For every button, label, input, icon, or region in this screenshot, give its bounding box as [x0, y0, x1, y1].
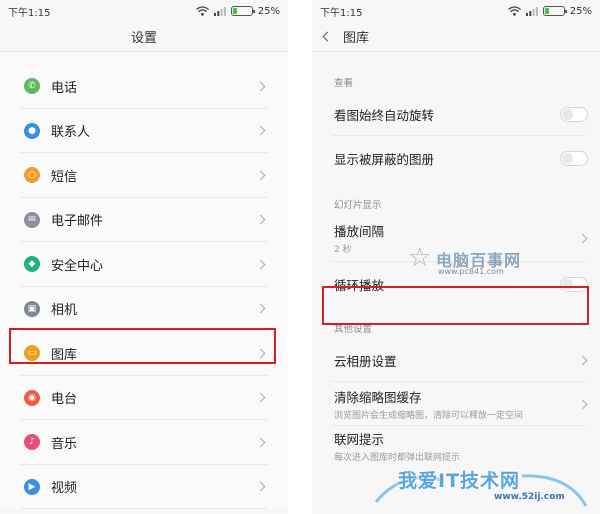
shield-icon: ◆: [24, 256, 40, 273]
page-title: 设置: [0, 22, 288, 52]
auto-rotate-toggle[interactable]: [560, 106, 588, 122]
settings-item[interactable]: ▶ 视频: [0, 465, 288, 509]
chevron-right-icon: [255, 303, 266, 314]
chevron-right-icon: [577, 233, 588, 243]
highlight-loop-playback: [322, 286, 589, 325]
status-bar: 下午1:15 25%: [0, 0, 288, 22]
chevron-right-icon: [255, 125, 266, 136]
settings-screen: 下午1:15 25% 设置 ✆ 电话 ● 联系人 ○ 短信 ✉ 电子邮件 ◆ 安全中心 ▣ 相机 ▭ 图库…: [0, 0, 288, 514]
settings-list: ✆ 电话 ● 联系人 ○ 短信 ✉ 电子邮件 ◆ 安全中心 ▣ 相机 ▭ 图库 ◉ 电台 ♪ 音乐 ▶ 视频: [0, 52, 288, 509]
chevron-right-icon: [255, 214, 266, 225]
video-icon: ▶: [24, 478, 40, 495]
show-hidden-albums-setting[interactable]: 显示被屏蔽的图册: [312, 136, 600, 180]
settings-item[interactable]: ◆ 安全中心: [0, 242, 288, 287]
settings-item[interactable]: ✆ 电话: [0, 64, 288, 109]
chevron-right-icon: [255, 81, 266, 92]
back-arrow-icon[interactable]: [322, 31, 333, 42]
clear-cache-description: 浏览图片会生成缩略图，清除可以释放一定空间: [334, 411, 524, 421]
mail-icon: ✉: [24, 211, 40, 228]
clear-cache-label: 清除缩略图缓存: [334, 390, 422, 405]
title-bar: 图库: [312, 22, 600, 52]
settings-item-label: 音乐: [51, 436, 78, 452]
settings-item-label: 安全中心: [51, 258, 104, 274]
section-header-slideshow: 幻灯片显示: [334, 200, 382, 211]
chevron-right-icon: [577, 355, 588, 365]
page-title: 图库: [343, 31, 370, 46]
signal-icon: [213, 7, 226, 16]
watermark-52ij-url: www.52ij.com: [494, 492, 565, 502]
watermark-52ij: 我爱IT技术网 www.52ij.com: [372, 462, 592, 514]
status-bar: 下午1:15 25%: [312, 0, 600, 22]
chevron-right-icon: [577, 399, 588, 409]
status-time: 下午1:15: [320, 7, 363, 19]
settings-item[interactable]: ✉ 电子邮件: [0, 198, 288, 242]
battery-icon: [230, 6, 255, 16]
chevron-right-icon: [255, 392, 266, 403]
star-icon: ☆: [408, 243, 432, 273]
battery-percent: 25%: [257, 5, 280, 17]
settings-item-label: 电话: [51, 80, 78, 96]
chevron-right-icon: [255, 437, 266, 448]
phone-icon: ✆: [24, 78, 40, 95]
network-prompt-label: 联网提示: [334, 432, 385, 447]
chevron-right-icon: [255, 481, 266, 492]
battery-icon: [542, 6, 567, 16]
screenshot-composite: 下午1:15 25% 设置 ✆ 电话 ● 联系人 ○ 短信 ✉ 电子邮件 ◆ 安全中心 ▣ 相机 ▭ 图库…: [0, 0, 600, 514]
chevron-right-icon: [255, 259, 266, 270]
cloud-album-setting[interactable]: 云相册设置: [312, 338, 600, 382]
battery-percent: 25%: [569, 5, 592, 17]
watermark-pc841-url: www.pc841.com: [438, 267, 504, 276]
signal-icon: [525, 7, 538, 16]
network-prompt-setting[interactable]: 联网提示 每次进入图库时都弹出联网提示: [312, 426, 600, 466]
cloud-album-label: 云相册设置: [334, 353, 397, 369]
section-header-view: 查看: [334, 78, 354, 89]
watermark-pc841: ☆ 电脑百事网 www.pc841.com: [408, 245, 568, 285]
settings-item[interactable]: ● 联系人: [0, 109, 288, 153]
settings-item-label: 联系人: [51, 125, 91, 141]
gallery-settings-screen: 下午1:15 25% 图库 查看 看图始终自动旋转 显示被屏蔽的图册 幻灯片显示: [312, 0, 600, 514]
contacts-icon: ●: [24, 122, 40, 139]
radio-icon: ◉: [24, 389, 40, 406]
slideshow-interval-label: 播放间隔: [334, 224, 385, 239]
settings-item[interactable]: ▣ 相机: [0, 287, 288, 331]
watermark-52ij-name: 我爱IT技术网: [398, 470, 521, 492]
camera-icon: ▣: [24, 300, 40, 317]
settings-item-label: 电台: [51, 392, 78, 408]
settings-item-label: 短信: [51, 169, 78, 185]
settings-item-label: 视频: [51, 481, 78, 497]
show-hidden-albums-toggle[interactable]: [560, 150, 588, 166]
auto-rotate-setting[interactable]: 看图始终自动旋转: [312, 92, 600, 136]
wifi-icon: [507, 6, 521, 16]
message-icon: ○: [24, 167, 40, 184]
settings-item[interactable]: ♪ 音乐: [0, 420, 288, 465]
settings-item[interactable]: ◉ 电台: [0, 376, 288, 420]
highlight-gallery-item: [9, 328, 276, 364]
show-hidden-albums-label: 显示被屏蔽的图册: [334, 151, 435, 167]
settings-item[interactable]: ○ 短信: [0, 153, 288, 198]
settings-item-label: 电子邮件: [51, 214, 104, 230]
music-icon: ♪: [24, 434, 40, 451]
chevron-right-icon: [255, 170, 266, 181]
settings-item-label: 相机: [51, 303, 78, 319]
clear-thumbnail-cache-setting[interactable]: 清除缩略图缓存 浏览图片会生成缩略图，清除可以释放一定空间: [312, 382, 600, 426]
status-time: 下午1:15: [8, 7, 51, 19]
wifi-icon: [195, 6, 209, 16]
auto-rotate-label: 看图始终自动旋转: [334, 107, 435, 123]
